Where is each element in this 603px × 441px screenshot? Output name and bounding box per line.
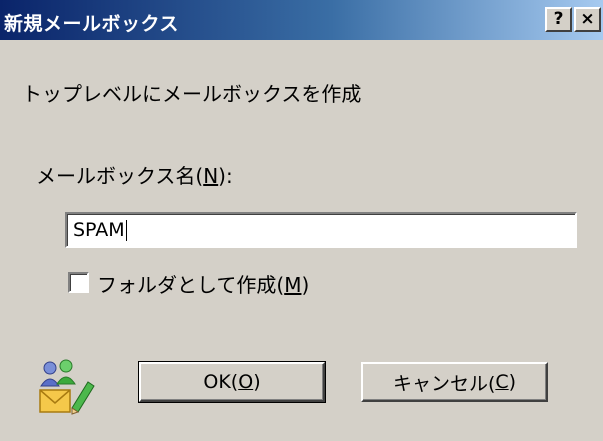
ok-button[interactable]: OK(O) [138,361,326,403]
new-mailbox-dialog: 新規メールボックス ? × トップレベルにメールボックスを作成 メールボックス名… [0,0,603,441]
title-bar[interactable]: 新規メールボックス ? × [0,0,603,40]
create-as-folder-label-suffix: ) [301,273,310,297]
mailbox-name-label-text: メールボックス名( [36,164,204,188]
mailbox-name-label: メールボックス名(N): [36,160,233,189]
cancel-accesskey: C [495,371,509,393]
close-icon: × [580,9,595,29]
text-caret [125,220,127,241]
cancel-button[interactable]: キャンセル(C) [361,362,548,402]
ok-accesskey: O [238,371,254,393]
ok-label-suffix: ) [253,371,261,393]
mailbox-name-input[interactable]: SPAM [65,212,577,248]
mailbox-name-value: SPAM [73,219,125,241]
mail-users-icon [39,359,95,415]
cancel-label-suffix: ) [508,371,517,393]
mailbox-name-label-suffix: ): [218,164,233,188]
close-button[interactable]: × [574,7,601,32]
help-button[interactable]: ? [545,7,572,32]
mailbox-name-accesskey: N [203,164,219,188]
window-title: 新規メールボックス [4,13,179,35]
create-as-folder-label[interactable]: フォルダとして作成(M) [97,269,309,298]
dialog-heading: トップレベルにメールボックスを作成 [22,82,362,106]
ok-label-text: OK( [203,371,239,393]
create-as-folder-accesskey: M [284,273,302,297]
cancel-label-text: キャンセル( [392,372,496,395]
create-as-folder-label-text: フォルダとして作成( [97,273,285,297]
create-as-folder-checkbox[interactable] [68,272,89,293]
